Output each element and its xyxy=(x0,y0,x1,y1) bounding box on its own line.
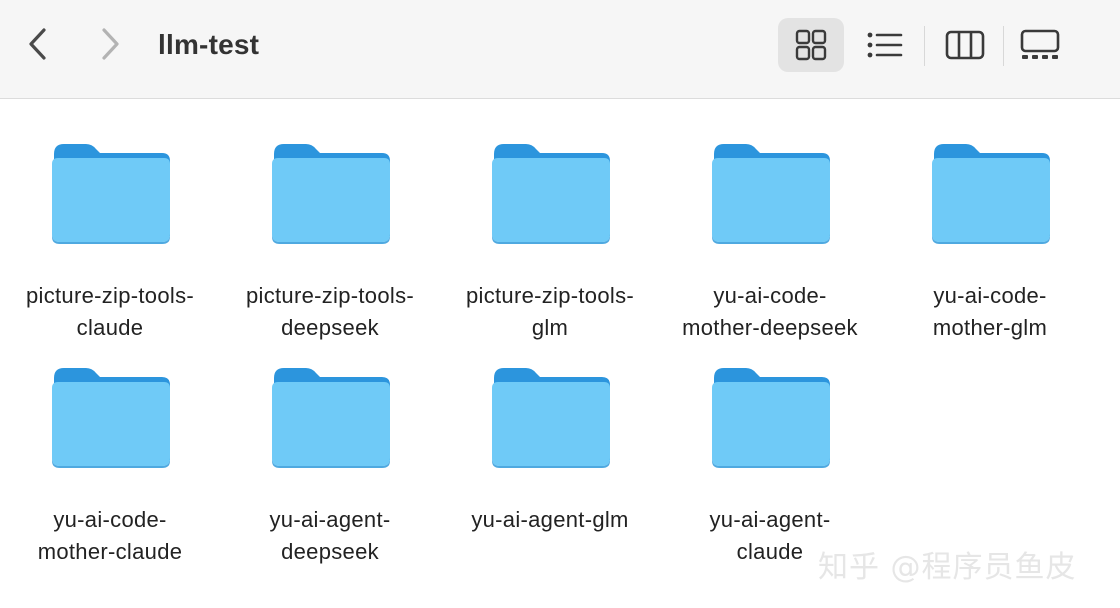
folder-item[interactable]: picture-zip-tools- claude xyxy=(0,140,220,360)
folder-item[interactable]: yu-ai-agent- deepseek xyxy=(220,364,440,584)
folder-item[interactable]: picture-zip-tools- glm xyxy=(440,140,660,360)
watermark: 知乎 @程序员鱼皮 xyxy=(818,550,1077,585)
folder-name-line: glm xyxy=(531,315,569,340)
toolbar-divider xyxy=(924,26,925,66)
folder-icon xyxy=(52,144,170,244)
folder-icon xyxy=(492,368,610,468)
folder-item[interactable]: yu-ai-code- mother-glm xyxy=(880,140,1100,360)
folder-name-line: yu-ai-code- xyxy=(53,507,167,532)
folder-icon xyxy=(492,144,610,244)
folder-icon xyxy=(52,368,170,468)
folder-item[interactable]: yu-ai-code- mother-claude xyxy=(0,364,220,584)
folder-name-line: yu-ai-code- xyxy=(933,283,1047,308)
folder-item[interactable]: picture-zip-tools- deepseek xyxy=(220,140,440,360)
toolbar-divider xyxy=(1003,26,1004,66)
chevron-left-icon xyxy=(29,28,46,60)
folder-name-line: mother-glm xyxy=(932,315,1048,340)
folder-name-line: deepseek xyxy=(281,315,379,340)
folder-icon xyxy=(272,368,390,468)
column-view-button[interactable] xyxy=(936,18,994,72)
forward-button[interactable] xyxy=(90,24,130,64)
folder-item[interactable]: yu-ai-code- mother-deepseek xyxy=(660,140,880,360)
grid-icon xyxy=(795,29,827,61)
icon-view-button[interactable] xyxy=(778,18,844,72)
folder-name-line: claude xyxy=(76,315,144,340)
gallery-view-button[interactable] xyxy=(1010,18,1070,72)
columns-icon xyxy=(945,30,985,60)
folder-name-line: yu-ai-code- xyxy=(713,283,827,308)
folder-icon xyxy=(712,144,830,244)
folder-name-line: picture-zip-tools- xyxy=(465,283,634,308)
list-icon xyxy=(867,32,903,58)
folder-name-line: deepseek xyxy=(281,539,379,564)
chevron-right-icon xyxy=(102,28,119,60)
list-view-button[interactable] xyxy=(856,18,914,72)
folder-name-line: picture-zip-tools- xyxy=(25,283,194,308)
gallery-icon xyxy=(1020,29,1060,59)
folder-name-line: picture-zip-tools- xyxy=(245,283,414,308)
folder-name-line: yu-ai-agent-glm xyxy=(471,507,629,532)
folder-name-line: mother-claude xyxy=(37,539,183,564)
folder-item[interactable]: yu-ai-agent-glm xyxy=(440,364,660,584)
window-title: llm-test xyxy=(158,29,260,60)
folder-icon xyxy=(932,144,1050,244)
back-button[interactable] xyxy=(18,24,58,64)
folder-name-line: yu-ai-agent- xyxy=(709,507,831,532)
folder-icon xyxy=(712,368,830,468)
folder-icon xyxy=(272,144,390,244)
folder-name-line: mother-deepseek xyxy=(682,315,858,340)
folder-name-line: yu-ai-agent- xyxy=(269,507,391,532)
finder-toolbar: llm-test xyxy=(0,0,1120,99)
